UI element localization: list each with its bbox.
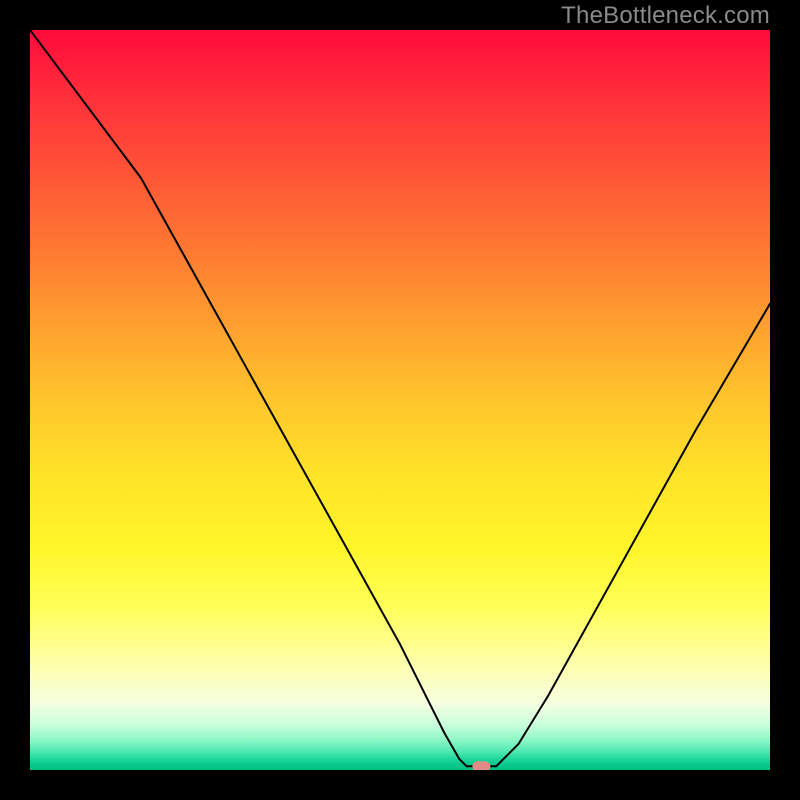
watermark-text: TheBottleneck.com bbox=[561, 2, 770, 30]
bottleneck-curve bbox=[30, 30, 770, 766]
minimum-marker bbox=[472, 761, 490, 770]
plot-area bbox=[30, 30, 770, 770]
chart-svg bbox=[30, 30, 770, 770]
chart-frame: TheBottleneck.com bbox=[0, 0, 800, 800]
